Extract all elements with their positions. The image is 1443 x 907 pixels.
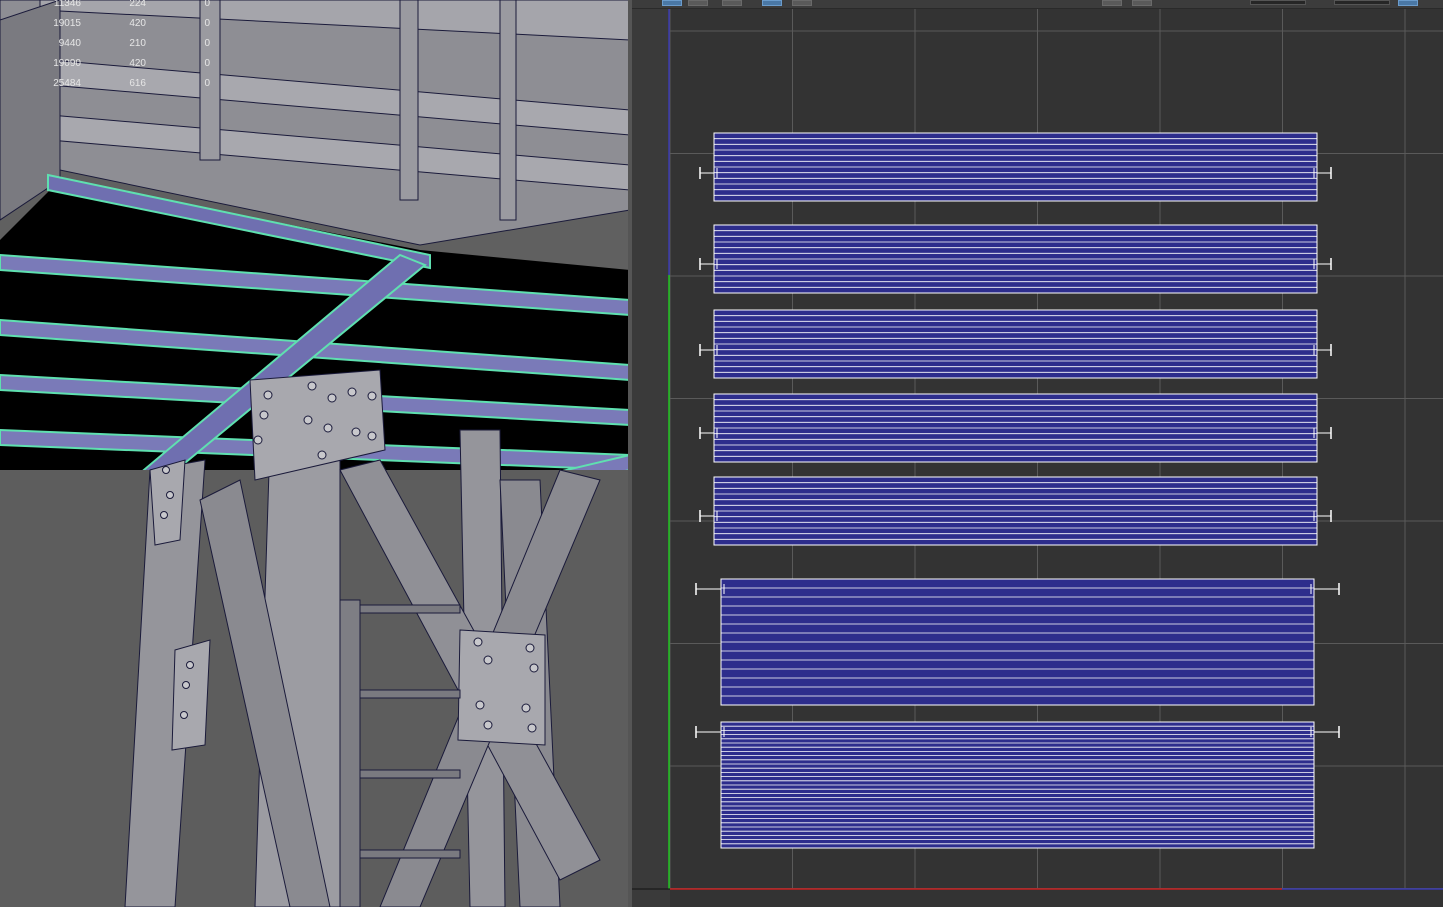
hud-stat-row: 25484 616 0 — [0, 78, 240, 92]
stats-hud: 11346 224 0 19015 420 0 9440 210 0 19090 420 0 25484… — [0, 0, 240, 96]
hud-stat-value: 0 — [204, 58, 210, 69]
tool-rotate-button[interactable] — [722, 0, 742, 6]
uv-canvas[interactable] — [632, 9, 1443, 907]
hud-stat-value: 420 — [129, 18, 146, 29]
hud-stat-value: 210 — [129, 38, 146, 49]
hud-stat-value: 9440 — [58, 38, 81, 49]
hud-stat-value: 0 — [204, 38, 210, 49]
hud-stat-value: 19090 — [53, 58, 81, 69]
hud-stat-value: 616 — [129, 78, 146, 89]
tool-move-button[interactable] — [688, 0, 708, 6]
tool-select-button[interactable] — [662, 0, 682, 6]
uv-editor-panel[interactable] — [632, 0, 1443, 907]
tool-texel-button[interactable] — [1102, 0, 1122, 6]
hud-stat-value: 0 — [204, 78, 210, 89]
tool-layout-button[interactable] — [1132, 0, 1152, 6]
hud-stat-row: 19090 420 0 — [0, 58, 240, 72]
uv-toolbar — [632, 0, 1443, 9]
texel-density-field[interactable] — [1250, 0, 1306, 5]
hud-stat-value: 0 — [204, 18, 210, 29]
tool-snap-button[interactable] — [792, 0, 812, 6]
hud-stat-value: 0 — [204, 0, 210, 9]
hud-stat-value: 25484 — [53, 78, 81, 89]
uv-gutter — [632, 9, 670, 907]
hud-stat-row: 11346 224 0 — [0, 0, 240, 12]
viewport-scene — [0, 0, 630, 907]
map-size-field[interactable] — [1334, 0, 1390, 5]
tool-uv-shell-button[interactable] — [762, 0, 782, 6]
tool-display-button[interactable] — [1398, 0, 1418, 6]
hud-stat-value: 420 — [129, 58, 146, 69]
3d-viewport[interactable]: 11346 224 0 19015 420 0 9440 210 0 19090 420 0 25484… — [0, 0, 630, 907]
hud-stat-value: 224 — [129, 0, 146, 9]
hud-stat-row: 19015 420 0 — [0, 18, 240, 32]
hud-stat-value: 11346 — [53, 0, 81, 9]
hud-stat-row: 9440 210 0 — [0, 38, 240, 52]
hud-stat-value: 19015 — [53, 18, 81, 29]
